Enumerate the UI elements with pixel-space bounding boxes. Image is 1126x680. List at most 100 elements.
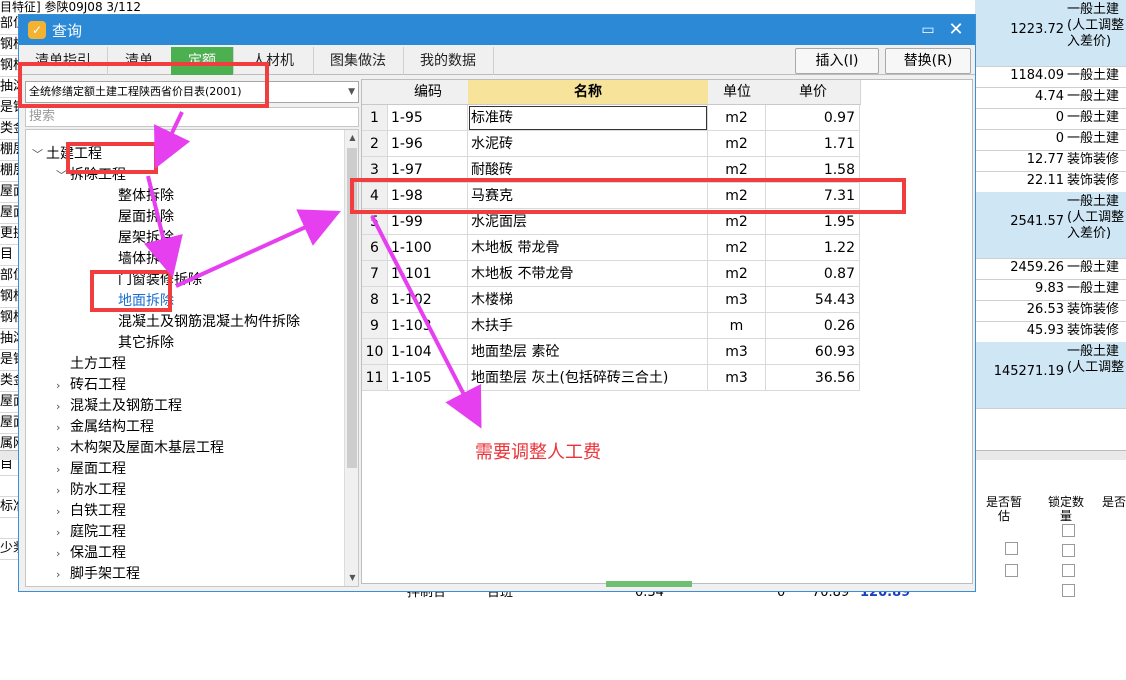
tree-item-label: 保温工程: [70, 545, 126, 561]
bg-checkbox-5[interactable]: [1062, 564, 1075, 577]
table-row[interactable]: 6 1-100 木地板 带龙骨 m2 1.22: [362, 235, 860, 261]
table-row[interactable]: 7 1-101 木地板 不带龙骨 m2 0.87: [362, 261, 860, 287]
tree-item[interactable]: 其它拆除: [104, 333, 174, 354]
grid-header-name[interactable]: 名称: [468, 80, 709, 105]
chevron-down-icon[interactable]: ▼: [348, 82, 355, 102]
close-icon[interactable]: ✕: [944, 18, 968, 42]
tree-item[interactable]: › 屋面工程: [56, 459, 126, 480]
tree-item[interactable]: › 保温工程: [56, 543, 126, 564]
grid-header-code[interactable]: 编码: [388, 80, 469, 105]
tree-item[interactable]: › 白铁工程: [56, 501, 126, 522]
tree-item[interactable]: › 木构架及屋面木基层工程: [56, 438, 224, 459]
tree-item[interactable]: 土方工程: [56, 354, 126, 375]
bg-right-row: 0 一般土建: [975, 129, 1126, 151]
bg-checkbox-6[interactable]: [1062, 584, 1075, 597]
chevron-icon[interactable]: ›: [56, 439, 70, 459]
chevron-icon[interactable]: ›: [56, 460, 70, 480]
table-row[interactable]: 2 1-96 水泥砖 m2 1.71: [362, 131, 860, 157]
tree-item-label: 白铁工程: [70, 503, 126, 519]
cell-idx: 10: [362, 339, 388, 365]
chevron-icon[interactable]: ›: [56, 418, 70, 438]
bg-checkbox-2[interactable]: [1005, 564, 1018, 577]
cell-idx: 9: [362, 313, 388, 339]
bg-category: 一般土建: [1067, 110, 1120, 125]
cell-name: 地面垫层 灰土(包括碎砖三合土): [468, 365, 708, 391]
tab-my-data[interactable]: 我的数据: [403, 47, 494, 75]
tree-item[interactable]: 场外运输: [56, 585, 126, 586]
scroll-down-icon[interactable]: ▼: [345, 570, 358, 586]
bg-checkbox-3[interactable]: [1062, 524, 1075, 537]
bg-checkbox-1[interactable]: [1005, 542, 1018, 555]
bg-left-cell: 类金: [0, 371, 20, 392]
tree-item[interactable]: › 金属结构工程: [56, 417, 154, 438]
tree-item[interactable]: › 砖石工程: [56, 375, 126, 396]
tree-item-label: 庭院工程: [70, 524, 126, 540]
tree-item-label: 屋架拆除: [118, 230, 174, 246]
grid-header-price[interactable]: 单价: [766, 80, 861, 105]
bg-amount: 2459.26: [1010, 260, 1064, 275]
chevron-icon[interactable]: ›: [56, 481, 70, 501]
tab-atlas[interactable]: 图集做法: [313, 47, 404, 75]
bg-left-cell: 屋面: [0, 182, 20, 203]
bg-right-row: 22.11 装饰装修: [975, 171, 1126, 193]
bg-category: 一般土建: [1067, 260, 1120, 275]
chevron-icon[interactable]: ›: [56, 397, 70, 417]
annotation-box-row: [350, 178, 906, 214]
grid-resize-handle[interactable]: [606, 581, 692, 587]
bg-right-row: 26.53 装饰装修: [975, 300, 1126, 322]
chevron-icon[interactable]: ›: [56, 502, 70, 522]
bg-category: 一般土建(人工调整: [1067, 344, 1125, 375]
tree-item[interactable]: › 混凝土及钢筋工程: [56, 396, 182, 417]
table-row[interactable]: 11 1-105 地面垫层 灰土(包括碎砖三合土) m3 36.56: [362, 365, 860, 391]
cell-code: 1-96: [388, 131, 468, 157]
bg-checkbox-4[interactable]: [1062, 544, 1075, 557]
cell-code: 1-105: [388, 365, 468, 391]
bg-right-row: 1184.09 一般土建: [975, 66, 1126, 88]
bg-left-cell: 屋面: [0, 413, 20, 434]
chapter-tree: ﹀ 土建工程 ﹀ 拆除工程 整体拆除 屋面拆除 屋架拆除 墙体拆除 门窗装修拆除 地面拆除 混凝土及…: [25, 129, 359, 587]
tree-item[interactable]: › 庭院工程: [56, 522, 126, 543]
replace-button[interactable]: 替换(R): [885, 48, 971, 74]
insert-button[interactable]: 插入(I): [795, 48, 879, 74]
cell-name: 木扶手: [468, 313, 708, 339]
maximize-icon[interactable]: ▭: [917, 19, 939, 41]
bg-left-cell: 抽泼: [0, 329, 20, 350]
cell-name: 水泥砖: [468, 131, 708, 157]
bg-top-text: 目特征] 参陕09J08 3/112: [0, 0, 141, 14]
bg-category: 装饰装修: [1067, 323, 1120, 338]
bg-right-row: 1223.72 一般土建(人工调整入差价): [975, 0, 1126, 67]
table-row[interactable]: 1 1-95 标准砖 m2 0.97: [362, 105, 860, 131]
bg-left-cell: 钢核: [0, 35, 20, 56]
chevron-icon[interactable]: ﹀: [32, 145, 46, 165]
cell-unit: m3: [708, 287, 766, 313]
cell-code: 1-103: [388, 313, 468, 339]
bg-right-row: 2459.26 一般土建: [975, 258, 1126, 280]
table-row[interactable]: 9 1-103 木扶手 m 0.26: [362, 313, 860, 339]
cell-price: 1.71: [766, 131, 860, 157]
tree-item[interactable]: 屋面拆除: [104, 207, 174, 228]
tree-item[interactable]: 整体拆除: [104, 186, 174, 207]
tree-item[interactable]: 屋架拆除: [104, 228, 174, 249]
chevron-icon[interactable]: ›: [56, 544, 70, 564]
cell-price: 1.22: [766, 235, 860, 261]
grid-header-index: [362, 80, 389, 105]
chevron-icon[interactable]: ›: [56, 376, 70, 396]
chevron-icon[interactable]: ›: [56, 565, 70, 585]
scroll-up-icon[interactable]: ▲: [345, 130, 358, 146]
bg-amount: 22.11: [1026, 173, 1064, 188]
dialog-titlebar[interactable]: ✓ 查询 ▭ ✕: [19, 15, 975, 45]
bg-amount: 45.93: [1026, 323, 1064, 338]
cell-unit: m: [708, 313, 766, 339]
search-input[interactable]: 搜索: [25, 107, 359, 127]
tree-item[interactable]: › 脚手架工程: [56, 564, 140, 585]
chevron-icon[interactable]: ›: [56, 523, 70, 543]
tree-item[interactable]: 墙体拆除: [104, 249, 174, 270]
bg-category: 一般土建: [1067, 68, 1120, 83]
tree-item[interactable]: 混凝土及钢筋混凝土构件拆除: [104, 312, 300, 333]
tree-item[interactable]: › 防水工程: [56, 480, 126, 501]
bg-category: 一般土建: [1067, 131, 1120, 146]
table-row[interactable]: 10 1-104 地面垫层 素砼 m3 60.93: [362, 339, 860, 365]
grid-header-unit[interactable]: 单位: [708, 80, 767, 105]
table-row[interactable]: 8 1-102 木楼梯 m3 54.43: [362, 287, 860, 313]
tree-item-label: 墙体拆除: [118, 251, 174, 267]
